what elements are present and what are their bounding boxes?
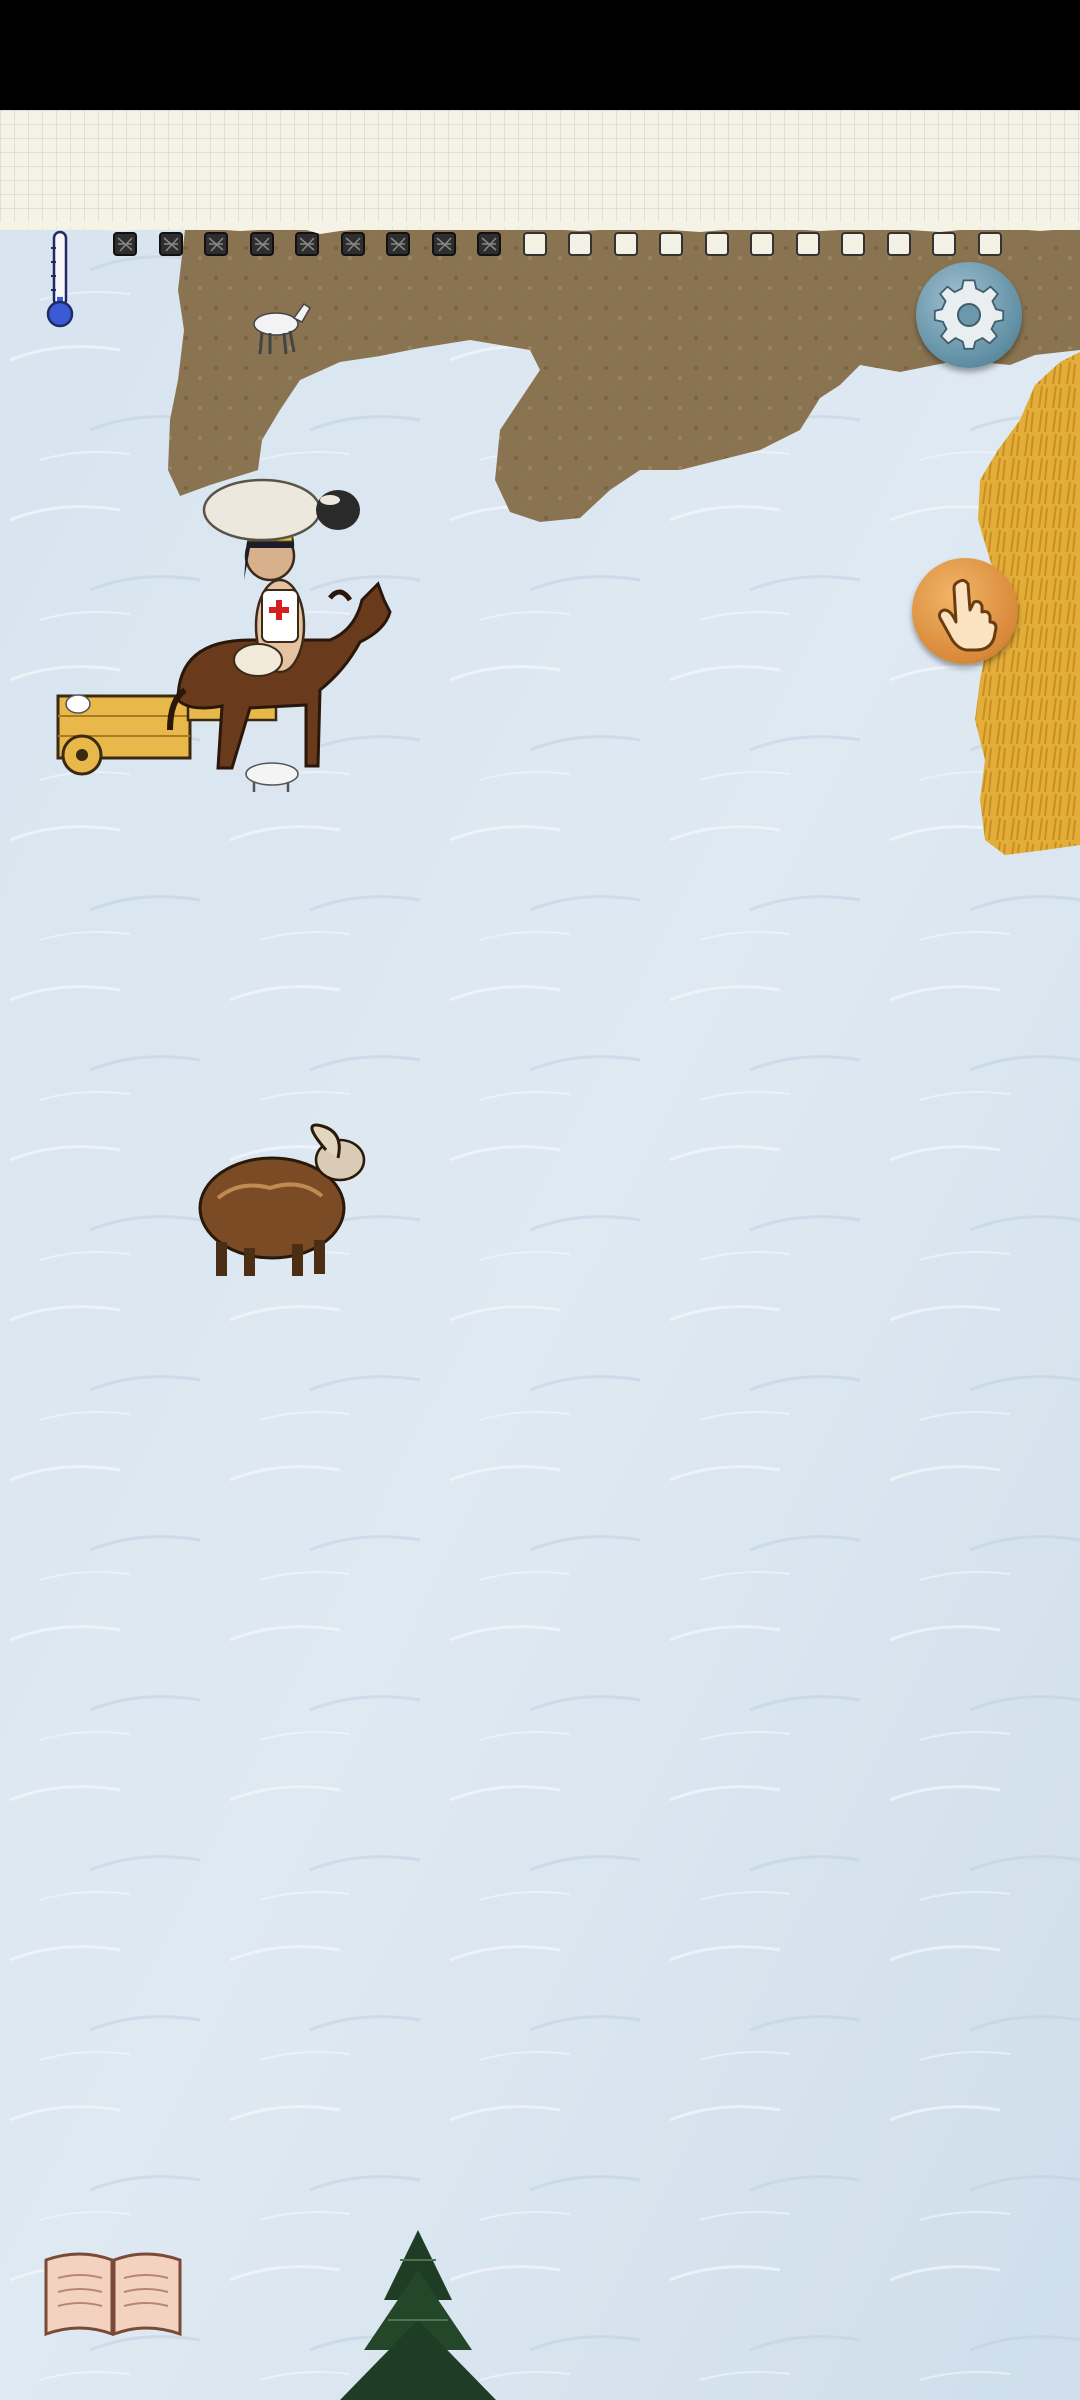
settings-button[interactable] [916,262,1022,368]
interact-button[interactable] [912,558,1018,664]
hud-panel [0,110,1080,328]
snow-texture [0,230,1080,2400]
thermometer-icon [46,230,74,328]
open-book-icon [44,2252,182,2337]
gear-icon [933,279,1005,350]
journal-button[interactable] [40,2240,186,2340]
status-bar [0,0,1080,110]
hand-pointer-icon [938,578,998,652]
game-world[interactable] [0,230,1080,2400]
hud-torn-edge [0,222,1080,234]
